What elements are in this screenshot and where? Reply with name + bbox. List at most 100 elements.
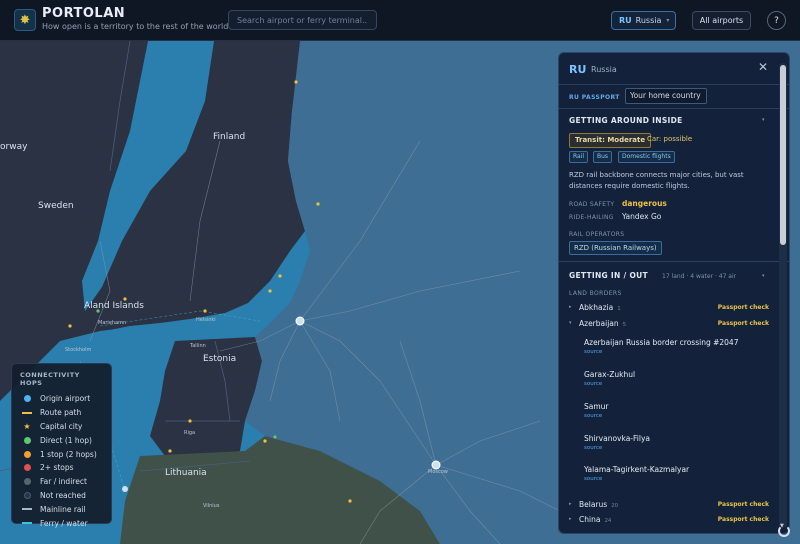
border-name: Belarus (579, 500, 608, 509)
mode-tag-bus: Bus (593, 151, 613, 163)
dot-icon (23, 478, 31, 486)
section-divider (559, 261, 789, 262)
panel-header: RU Russia ✕ (559, 53, 789, 85)
source-link[interactable]: source (584, 445, 650, 451)
getting-around-title[interactable]: GETTING AROUND INSIDE (569, 116, 683, 125)
crossing-name: Garax-Zukhul (584, 370, 636, 379)
border-row-belarus[interactable]: ▸ Belarus 20 Passport check (569, 500, 769, 512)
line-icon (22, 411, 32, 414)
legend-item-label: Not reached (40, 490, 86, 500)
border-row-azerbaijan[interactable]: ▾ Azerbaijan 5 Passport check (569, 319, 769, 331)
passport-field[interactable]: Your home country (625, 88, 707, 104)
passport-label: RU PASSPORT (569, 94, 620, 101)
close-icon[interactable]: ✕ (756, 60, 770, 74)
panel-country-name: Russia (591, 65, 617, 74)
line-icon (22, 508, 32, 511)
border-name: China (579, 515, 601, 524)
border-row-abkhazia[interactable]: ▸ Abkhazia 1 Passport check (569, 303, 769, 315)
legend-item-label: 1 stop (2 hops) (40, 449, 97, 459)
chevron-right-icon: ▸ (569, 516, 572, 522)
passport-check-badge: Passport check (717, 304, 769, 311)
legend-item: Far / indirect (20, 475, 103, 489)
ride-hailing-value: Yandex Go (622, 212, 662, 221)
legend-items: Origin airport Route path ★ Capital city Dir… (20, 392, 103, 530)
brand-subtitle: How open is a territory to the rest of t… (42, 22, 233, 31)
map-label-lithuania: Lithuania (165, 468, 207, 478)
crossing-name: Yalama-Tagirkent-Kazmalyar (584, 465, 690, 474)
legend-item: 1 stop (2 hops) (20, 447, 103, 461)
legend-item-label: Ferry / water (40, 518, 88, 528)
brand: PORTOLAN How open is a territory to the … (42, 6, 233, 31)
chevron-down-icon: ▾ (666, 17, 670, 24)
app-header: ✸ PORTOLAN How open is a territory to th… (0, 0, 800, 41)
legend-dot-icon (20, 464, 34, 472)
all-airports-button[interactable]: All airports (692, 11, 751, 30)
legend-dot-icon (20, 491, 34, 499)
legend-line-icon (20, 508, 34, 511)
legend-dot-icon (20, 436, 34, 444)
legend-item: Origin airport (20, 392, 103, 406)
crossing-item: Shirvanovka-Filya source (584, 434, 650, 451)
rail-operator-tag[interactable]: RZD (Russian Railways) (569, 241, 662, 255)
chevron-down-icon[interactable]: ▾ (762, 117, 765, 123)
border-row-china[interactable]: ▸ China 24 Passport check (569, 515, 769, 527)
source-link[interactable]: source (584, 381, 635, 387)
legend-item-label: Far / indirect (40, 477, 87, 487)
crossing-item: Samur source (584, 402, 609, 419)
help-button[interactable]: ? (767, 11, 786, 30)
legend-item: Route path (20, 406, 103, 420)
road-safety-label: ROAD SAFETY (569, 201, 615, 208)
country-name: Russia (635, 16, 662, 25)
border-count: 20 (611, 503, 619, 509)
dot-icon (23, 436, 31, 444)
compass-logo-icon[interactable]: ✸ (14, 9, 36, 31)
border-count: 1 (617, 306, 621, 312)
getting-in-out-title[interactable]: GETTING IN / OUT (569, 271, 648, 280)
crossing-name: Azerbaijan Russia border crossing #2047 (584, 338, 739, 347)
passport-check-badge: Passport check (717, 320, 769, 327)
panel-scrollbar[interactable] (779, 63, 787, 528)
map-label-mariehamn: Mariehamn (98, 320, 127, 326)
land-borders-label: LAND BORDERS (569, 290, 622, 297)
legend-dot-icon (20, 395, 34, 403)
map-label-finland: Finland (213, 132, 246, 142)
search-input[interactable] (228, 10, 377, 30)
chevron-down-icon[interactable]: ▾ (762, 273, 765, 279)
map-label-helsinki: Helsinki (196, 317, 216, 323)
dot-icon (23, 491, 31, 499)
legend-item: Direct (1 hop) (20, 433, 103, 447)
dot-icon (23, 450, 31, 458)
source-link[interactable]: source (584, 413, 609, 419)
map-label-norway: orway (0, 142, 28, 152)
legend-dot-icon (20, 450, 34, 458)
app-root: orway Finland Sweden Aland Islands Marie… (0, 0, 800, 544)
line-icon (22, 522, 32, 525)
border-name: Azerbaijan (579, 319, 619, 328)
legend-item: 2+ stops (20, 461, 103, 475)
passport-check-badge: Passport check (717, 501, 769, 508)
dot-icon (23, 464, 31, 472)
dot-icon (23, 395, 31, 403)
legend-title: CONNECTIVITY HOPS (20, 371, 80, 387)
rail-operators-label: RAIL OPERATORS (569, 231, 625, 238)
legend-item: Mainline rail (20, 502, 103, 516)
source-link[interactable]: source (584, 349, 738, 355)
country-select[interactable]: RU Russia ▾ (611, 11, 676, 30)
legend-item-label: 2+ stops (40, 463, 74, 473)
legend-dot-icon (20, 478, 34, 486)
map-label-aland: Aland Islands (84, 301, 144, 311)
legend-line-icon (20, 411, 34, 414)
passport-check-badge: Passport check (717, 516, 769, 523)
map-label-estonia: Estonia (203, 354, 237, 364)
scrollbar-thumb[interactable] (780, 65, 786, 245)
border-count: 24 (604, 518, 612, 524)
legend-line-icon (20, 522, 34, 525)
mode-tag-rail: Rail (569, 151, 589, 163)
legend-item: Ferry / water (20, 516, 103, 530)
source-link[interactable]: source (584, 476, 689, 482)
legend-item: ★ Capital city (20, 420, 103, 434)
car-availability: Car: possible (647, 135, 693, 143)
legend-item-label: Route path (40, 408, 82, 418)
map-label-tallinn: Tallinn (190, 343, 206, 349)
loading-spinner-icon (778, 525, 790, 537)
